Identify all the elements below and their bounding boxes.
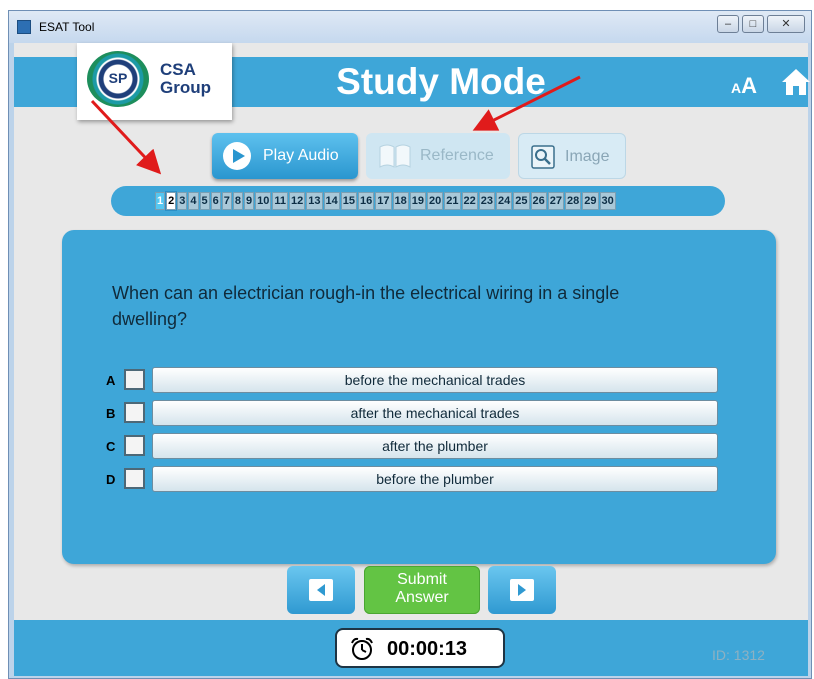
logo-text: CSA Group [160,61,211,97]
submit-answer-button[interactable]: Submit Answer [364,566,480,614]
question-number-26[interactable]: 26 [530,192,547,210]
minimize-button[interactable]: – [717,15,739,33]
image-label: Image [565,148,610,165]
question-number-10[interactable]: 10 [255,192,272,210]
answer-option[interactable]: C after the plumber [102,433,718,459]
option-button[interactable]: before the mechanical trades [152,367,718,393]
home-icon[interactable] [781,67,811,97]
answer-option[interactable]: B after the mechanical trades [102,400,718,426]
option-button[interactable]: after the mechanical trades [152,400,718,426]
question-number-29[interactable]: 29 [582,192,599,210]
option-checkbox[interactable] [124,435,145,456]
csa-logo: SP CSA Group [77,43,232,120]
question-number-14[interactable]: 14 [323,192,340,210]
app-client: Study Mode SP CSA Group AA Play Audio Re… [14,43,811,676]
question-number-5[interactable]: 5 [199,192,210,210]
alarm-clock-icon [351,637,373,660]
option-letter: D [106,472,116,487]
option-button[interactable]: before the plumber [152,466,718,492]
submit-label-line-2: Answer [395,589,449,606]
close-button[interactable]: ✕ [767,15,805,33]
question-number-11[interactable]: 11 [272,192,289,210]
app-window: ESAT Tool – □ ✕ Study Mode SP CSA Group … [8,10,812,679]
emblem-text: SP [108,70,128,86]
question-number-12[interactable]: 12 [289,192,306,210]
timer: 00:00:13 [335,628,505,668]
answer-option[interactable]: A before the mechanical trades [102,367,718,393]
option-letter: C [106,439,116,454]
maximize-button[interactable]: □ [742,15,764,33]
title-bar: ESAT Tool – □ ✕ [9,11,811,43]
question-number-1[interactable]: 1 [155,192,166,210]
question-number-4[interactable]: 4 [188,192,199,210]
submit-label: Submit Answer [364,571,480,607]
font-size-button[interactable]: AA [731,73,757,99]
question-number-20[interactable]: 20 [427,192,444,210]
question-number-30[interactable]: 30 [599,192,616,210]
question-number-28[interactable]: 28 [565,192,582,210]
answer-option[interactable]: D before the plumber [102,466,718,492]
question-number-3[interactable]: 3 [177,192,188,210]
footer-band: 00:00:13 ID: 1312 [14,620,808,676]
question-number-6[interactable]: 6 [210,192,221,210]
logo-line-2: Group [160,78,211,97]
question-number-23[interactable]: 23 [478,192,496,210]
option-checkbox[interactable] [124,402,145,423]
question-number-9[interactable]: 9 [244,192,255,210]
question-number-19[interactable]: 19 [409,192,427,210]
question-number-24[interactable]: 24 [496,192,513,210]
window-title: ESAT Tool [39,20,95,34]
book-icon [379,144,411,168]
question-number-13[interactable]: 13 [306,192,323,210]
question-panel: When can an electrician rough-in the ele… [62,230,776,564]
question-number-22[interactable]: 22 [461,192,478,210]
option-checkbox[interactable] [124,369,145,390]
left-triangle-icon [309,579,333,601]
app-icon [17,20,31,34]
question-number-8[interactable]: 8 [232,192,243,210]
play-audio-button[interactable]: Play Audio [212,133,358,179]
option-letter: B [106,406,116,421]
question-number-list: 1 2 3 4 5 6 7 8 9 10 11 12 13 14 15 16 17 18 19 20 21 22 23 24 2… [155,191,617,211]
option-checkbox[interactable] [124,468,145,489]
question-id: ID: 1312 [712,647,765,663]
next-button[interactable] [488,566,556,614]
play-audio-label: Play Audio [263,147,339,164]
previous-button[interactable] [287,566,355,614]
option-button[interactable]: after the plumber [152,433,718,459]
csa-emblem-icon: SP [87,51,149,107]
right-triangle-icon [510,579,534,601]
question-number-2[interactable]: 2 [165,191,178,211]
question-number-21[interactable]: 21 [444,192,461,210]
question-number-25[interactable]: 25 [513,192,530,210]
question-number-27[interactable]: 27 [547,192,565,210]
font-size-large: A [741,73,758,98]
question-text: When can an electrician rough-in the ele… [112,283,620,329]
font-size-small: A [731,80,742,96]
reference-label: Reference [420,147,494,164]
submit-label-line-1: Submit [397,571,447,588]
question-number-strip: 1 2 3 4 5 6 7 8 9 10 11 12 13 14 15 16 17 18 19 20 21 22 23 24 2… [111,186,725,216]
question-number-15[interactable]: 15 [340,192,358,210]
option-letter: A [106,373,116,388]
image-button[interactable]: Image [518,133,626,179]
magnifier-icon [531,145,555,169]
play-circle-icon [223,142,251,170]
timer-value: 00:00:13 [387,638,468,660]
question-number-17[interactable]: 17 [375,192,392,210]
question-number-7[interactable]: 7 [221,192,232,210]
reference-button[interactable]: Reference [366,133,510,179]
question-number-18[interactable]: 18 [392,192,409,210]
logo-line-1: CSA [160,60,196,79]
question-number-16[interactable]: 16 [358,192,375,210]
